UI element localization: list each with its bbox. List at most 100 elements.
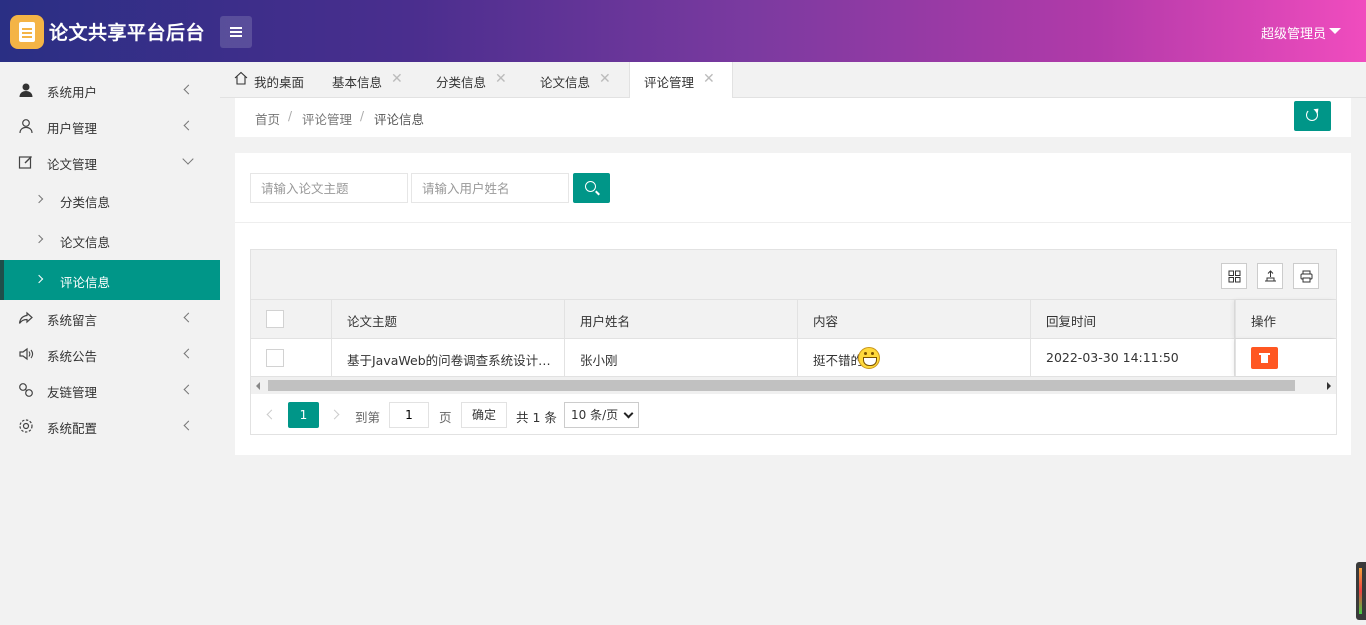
sidebar-item-messages[interactable]: 系统留言	[0, 300, 220, 336]
edit-icon	[18, 156, 32, 169]
sidebar-subitem-label: 论文信息	[60, 235, 111, 250]
sidebar-subitem-comments[interactable]: 评论信息	[0, 260, 220, 300]
table-header: 论文主题 用户姓名 内容 回复时间 操作	[251, 300, 1336, 339]
cell-text: 基于JavaWeb的问卷调查系统设计…	[347, 353, 551, 368]
table-row: 基于JavaWeb的问卷调查系统设计… 张小刚 挺不错的。 2022-03-30…	[251, 339, 1336, 377]
prev-page-icon[interactable]	[266, 409, 277, 420]
search-button[interactable]	[573, 173, 610, 203]
column-header-label: 用户姓名	[580, 314, 631, 329]
breadcrumb-home[interactable]: 首页	[255, 109, 280, 128]
sidebar-item-announcements[interactable]: 系统公告	[0, 336, 220, 372]
cell-topic: 基于JavaWeb的问卷调查系统设计…	[332, 339, 565, 376]
row-checkbox[interactable]	[266, 349, 284, 367]
goto-confirm-button[interactable]: 确定	[461, 402, 507, 428]
sidebar-item-settings[interactable]: 系统配置	[0, 408, 220, 444]
tab-paper-info[interactable]: 论文信息 ✕	[528, 62, 626, 98]
goto-page-input[interactable]	[389, 402, 429, 428]
user-menu[interactable]: 超级管理员	[1261, 23, 1326, 42]
caret-down-icon[interactable]	[1329, 28, 1341, 34]
next-page-icon[interactable]	[329, 409, 340, 420]
sidebar-item-label: 系统用户	[47, 85, 98, 100]
scroll-left-icon[interactable]	[256, 382, 260, 390]
topic-search-input[interactable]	[250, 173, 408, 203]
close-icon[interactable]: ✕	[495, 71, 507, 87]
close-icon[interactable]: ✕	[599, 71, 611, 87]
header-time[interactable]: 回复时间	[1031, 300, 1235, 338]
top-header: 论文共享平台后台 超级管理员	[0, 0, 1366, 62]
page-size-select[interactable]: 10 条/页	[564, 402, 639, 428]
home-icon	[234, 71, 248, 85]
delete-button[interactable]	[1251, 347, 1278, 369]
tab-comment-management[interactable]: 评论管理 ✕	[629, 62, 733, 98]
chevron-right-icon	[34, 194, 44, 204]
sidebar-item-system-users[interactable]: 系统用户	[0, 72, 220, 108]
sidebar-item-links[interactable]: 友链管理	[0, 372, 220, 408]
sidebar-item-label: 系统留言	[47, 313, 98, 328]
header-topic[interactable]: 论文主题	[332, 300, 565, 338]
export-icon	[1265, 270, 1276, 282]
cell-user: 张小刚	[565, 339, 798, 376]
header-actions: 操作	[1235, 300, 1336, 338]
scroll-right-icon[interactable]	[1327, 382, 1331, 390]
tab-label: 论文信息	[540, 75, 591, 90]
breadcrumb: 首页 / 评论管理 / 评论信息	[235, 98, 1351, 137]
header-checkbox-cell	[251, 300, 332, 338]
sidebar-item-label: 系统公告	[47, 349, 98, 364]
scrollbar-thumb[interactable]	[268, 380, 1295, 391]
sidebar-item-paper-management[interactable]: 论文管理	[0, 144, 220, 180]
column-header-label: 回复时间	[1046, 314, 1097, 329]
gear-icon	[19, 419, 33, 433]
chevron-right-icon	[34, 274, 44, 284]
header-content[interactable]: 内容	[798, 300, 1031, 338]
close-icon[interactable]: ✕	[703, 71, 715, 87]
tab-label: 基本信息	[332, 75, 383, 90]
username-search-input[interactable]	[411, 173, 569, 203]
tab-basic-info[interactable]: 基本信息 ✕	[320, 62, 418, 98]
chevron-down-icon	[182, 154, 194, 170]
column-header-label: 论文主题	[347, 314, 398, 329]
breadcrumb-separator: /	[360, 109, 365, 123]
app-title: 论文共享平台后台	[49, 22, 206, 44]
tab-label: 评论管理	[644, 75, 695, 90]
cell-text: 2022-03-30 14:11:50	[1046, 350, 1179, 365]
speaker-icon	[19, 347, 34, 361]
sidebar-subitem-papers[interactable]: 论文信息	[0, 220, 220, 260]
export-button[interactable]	[1257, 263, 1283, 289]
tab-label: 分类信息	[436, 75, 487, 90]
search-form	[235, 153, 1351, 223]
cell-text: 张小刚	[580, 353, 618, 368]
sidebar-subitem-category[interactable]: 分类信息	[0, 180, 220, 220]
sidebar-subitem-label: 分类信息	[60, 195, 111, 210]
tab-label: 我的桌面	[254, 75, 305, 90]
floating-side-widget[interactable]	[1356, 562, 1366, 620]
close-icon[interactable]: ✕	[391, 71, 403, 87]
refresh-button[interactable]	[1294, 101, 1331, 131]
header-user[interactable]: 用户姓名	[565, 300, 798, 338]
column-header-label: 操作	[1251, 314, 1277, 329]
breadcrumb-comment-management[interactable]: 评论管理	[302, 109, 352, 128]
sidebar-item-user-management[interactable]: 用户管理	[0, 108, 220, 144]
cell-time: 2022-03-30 14:11:50	[1031, 339, 1235, 376]
select-all-checkbox[interactable]	[266, 310, 284, 328]
logo-icon	[10, 15, 44, 49]
menu-toggle-button[interactable]	[220, 16, 252, 48]
columns-filter-button[interactable]	[1221, 263, 1247, 289]
current-page[interactable]: 1	[288, 402, 319, 428]
breadcrumb-separator: /	[288, 109, 293, 123]
print-button[interactable]	[1293, 263, 1319, 289]
tab-desktop[interactable]: 我的桌面	[220, 62, 315, 98]
chevron-left-icon	[182, 310, 194, 326]
chevron-left-icon	[182, 418, 194, 434]
sidebar-item-label: 系统配置	[47, 421, 98, 436]
columns-icon	[1228, 270, 1241, 283]
cell-actions	[1235, 339, 1336, 376]
data-table: 论文主题 用户姓名 内容 回复时间 操作 基于JavaWeb的问卷调查系统设计……	[250, 249, 1337, 435]
share-icon	[18, 311, 33, 324]
horizontal-scrollbar[interactable]	[251, 377, 1336, 394]
grin-emoji-icon	[858, 347, 880, 369]
pagination: 1 到第 页 确定 共 1 条 10 条/页	[251, 394, 1336, 434]
total-count: 共 1 条	[516, 410, 557, 425]
page-unit-label: 页	[439, 410, 452, 425]
tab-category-info[interactable]: 分类信息 ✕	[424, 62, 522, 98]
user-outline-icon	[19, 119, 33, 134]
